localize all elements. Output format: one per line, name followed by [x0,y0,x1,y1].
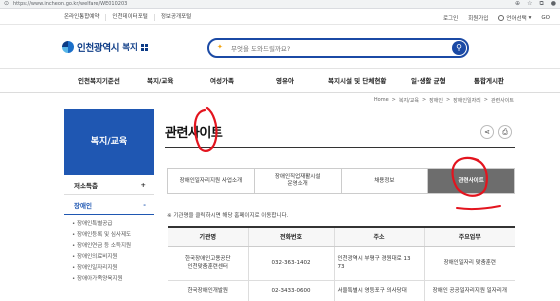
tab-recruitment[interactable]: 채용정보 [340,169,428,193]
sparkle-icon: ✦ [217,43,223,51]
plus-icon: + [140,180,146,189]
site-logo[interactable]: 인천광역시 복지 [62,40,148,54]
globe-icon [498,14,505,21]
nav-item-board[interactable]: 통합게시판 [474,69,504,93]
phone-cell: 02-3433-0600 [247,280,334,301]
sidebar-title: 복지/교육 [64,109,154,175]
org-name-link[interactable]: 한국장애인고용공단 인천맞춤훈련센터 [168,246,248,281]
sidebar-subitem[interactable]: • 장애인특별공급 [72,219,154,230]
table-header-row: 기관명 전화번호 주소 주요업무 [168,227,515,247]
browser-address-bar[interactable]: ⊙ https://www.incheon.go.kr/welfare/WE01… [0,0,560,9]
duty-cell: 장애인일자리 맞춤훈련 [423,246,515,281]
breadcrumb-welfare[interactable]: 복지/교육 [399,97,419,104]
nav-item-work-life-balance[interactable]: 일·생활 균형 [411,69,446,93]
minus-icon: - [143,200,146,209]
sidebar-subitem[interactable]: • 장애인일자리지원 [72,263,154,274]
signup-link[interactable]: 회원가입 [468,14,488,22]
profile-icon[interactable]: ● [551,0,556,8]
breadcrumb-sep: > [391,97,396,103]
zoom-icon[interactable]: ⊕ [515,0,520,8]
nav-item-facilities[interactable]: 복지시설 및 단체현황 [328,69,386,93]
address-cell: 인천광역시 부평구 경원대로 13 73 [333,246,424,281]
org-name-link[interactable]: 한국장애인개발원 [168,280,248,301]
breadcrumb-jobs[interactable]: 장애인일자리 [453,97,481,104]
sidebar-section-label: 저소득층 [74,181,98,190]
search-button[interactable]: ⚲ [452,41,466,55]
sidebar-subitem[interactable]: • 장애아가족양육지원 [72,274,154,285]
sidebar: 복지/교육 저소득층 + 장애인 - • 장애인특별공급 • 장애인등록 및 심… [64,109,154,301]
utility-bar: 온라인통합예약 인천데이터포털 정보공개포털 로그인 회원가입 언어선택 ▾ G… [0,10,560,25]
language-go-button[interactable]: GO [541,15,550,21]
duty-cell: 장애인 공공일자리지원 일자리개 [423,280,515,301]
top-link-info-portal[interactable]: 정보공개포털 [153,14,197,21]
breadcrumb-sep: > [445,97,451,103]
extensions-icon[interactable]: ⧉ [539,0,543,8]
site-header: 인천광역시 복지 ✦ ⚲ [0,26,560,68]
share-button[interactable]: ⋖ [480,125,494,139]
incheon-emblem-icon [62,41,74,53]
bookmark-star-icon[interactable]: ☆ [527,0,532,8]
search-input[interactable] [231,43,441,54]
breadcrumb-sep: > [483,97,488,103]
login-link[interactable]: 로그인 [443,14,458,22]
table-row: 한국장애인고용공단 인천맞춤훈련센터 032-363-1402 인천광역시 부평… [168,246,515,281]
phone-cell: 032-363-1402 [247,246,334,281]
title-divider [165,147,515,148]
sidebar-section-label: 장애인 [74,201,92,210]
breadcrumb-disabled[interactable]: 장애인 [429,97,443,104]
nav-item-infants[interactable]: 영유아 [276,69,294,93]
tab-related-sites[interactable]: 관련사이트 [427,169,514,193]
language-select[interactable]: 언어선택 ▾ [498,14,531,22]
nav-item-welfare-standard[interactable]: 인천복지기준선 [78,69,120,93]
sidebar-subitem[interactable]: • 장애인등록 및 심사제도 [72,230,154,241]
language-label: 언어선택 [506,15,527,22]
breadcrumb: Home > 복지/교육 > 장애인 > 장애인일자리 > 관련사이트 [374,97,514,104]
breadcrumb-home[interactable]: Home [374,97,389,104]
table-note: ※ 기관명을 클릭하시면 해당 홈페이지로 이동합니다. [167,213,289,219]
sidebar-section-disabled[interactable]: 장애인 - [64,195,154,215]
print-button[interactable]: ⎙ [498,125,512,139]
sidebar-section-low-income[interactable]: 저소득층 + [64,175,154,195]
menu-grid-icon [140,43,148,51]
column-header: 주소 [333,227,424,247]
column-header: 전화번호 [247,227,334,247]
tab-label: 장애인직업재활시설 운영소개 [274,174,321,187]
related-sites-table: 기관명 전화번호 주소 주요업무 한국장애인고용공단 인천맞춤훈련센터 032-… [168,226,515,301]
main-navigation: 인천복지기준선 복지/교육 여성가족 영유아 복지시설 및 단체현황 일·생활 … [0,68,560,93]
breadcrumb-current: 관련사이트 [490,98,514,104]
site-info-icon[interactable]: ⊙ [4,1,10,7]
chevron-down-icon: ▾ [528,14,532,21]
breadcrumb-sep: > [421,97,427,103]
annotation-underline-tab [456,205,501,211]
tab-job-support-intro[interactable]: 장애인일자리지원 사업소개 [168,169,254,193]
sidebar-submenu: • 장애인특별공급 • 장애인등록 및 심사제도 • 장애인연금 등 소득지원 … [64,215,154,285]
content-tabs: 장애인일자리지원 사업소개 장애인직업재활시설 운영소개 채용정보 관련사이트 [167,168,515,194]
table-row: 한국장애인개발원 02-3433-0600 서울특별시 영등포구 의사당대 장애… [168,280,515,301]
sidebar-subitem[interactable]: • 장애인의료비지원 [72,252,154,263]
share-icon: ⋖ [484,128,490,136]
sidebar-subitem[interactable]: • 장애인연금 등 소득지원 [72,241,154,252]
column-header: 주요업무 [423,227,515,247]
top-link-data-portal[interactable]: 인천데이터포털 [105,14,153,21]
url-text[interactable]: https://www.incheon.go.kr/welfare/WE0102… [13,1,515,7]
logo-sub: 복지 [122,43,138,53]
logo-name: 인천광역시 [77,43,120,54]
column-header: 기관명 [168,227,248,247]
tab-vocational-facility[interactable]: 장애인직업재활시설 운영소개 [253,169,341,193]
address-cell: 서울특별시 영등포구 의사당대 [333,280,424,301]
page-title: 관련사이트 [165,126,223,141]
print-icon: ⎙ [502,128,508,136]
search-box: ✦ ⚲ [207,38,469,58]
nav-item-women-family[interactable]: 여성가족 [210,69,234,93]
nav-item-welfare-education[interactable]: 복지/교육 [147,69,173,93]
top-link-reservation[interactable]: 온라인통합예약 [58,14,105,21]
search-icon: ⚲ [456,43,462,52]
